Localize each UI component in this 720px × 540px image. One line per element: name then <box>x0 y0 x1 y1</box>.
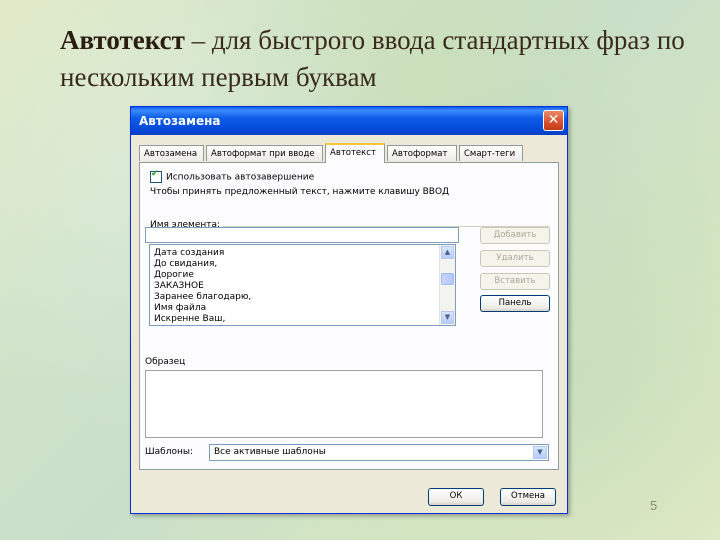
scroll-up-icon[interactable]: ▲ <box>441 246 454 259</box>
tab-smart-tags[interactable]: Смарт-теги <box>459 145 523 161</box>
insert-button[interactable]: Вставить <box>480 273 550 290</box>
tab-autoformat-as-you-type[interactable]: Автоформат при вводе <box>206 145 323 161</box>
autotext-list[interactable]: Дата создания До свидания, Дорогие ЗАКАЗ… <box>149 244 456 326</box>
scroll-down-icon[interactable]: ▼ <box>441 311 454 324</box>
chevron-down-icon[interactable]: ▼ <box>533 446 547 459</box>
tab-autotext[interactable]: Автотекст <box>325 143 385 163</box>
templates-value: Все активные шаблоны <box>214 447 326 457</box>
dialog-title: Автозамена <box>139 114 221 128</box>
enter-hint: Чтобы принять предложенный текст, нажмит… <box>150 187 450 197</box>
page-number: 5 <box>650 498 658 513</box>
delete-button[interactable]: Удалить <box>480 250 550 267</box>
tab-autoformat[interactable]: Автоформат <box>387 145 457 161</box>
autocomplete-checkbox[interactable] <box>150 169 162 183</box>
list-item[interactable]: Дата создания <box>154 248 224 259</box>
list-item[interactable]: ЗАКАЗНОЕ <box>154 281 204 292</box>
add-button[interactable]: Добавить <box>480 227 550 244</box>
panel-button[interactable]: Панель <box>480 295 550 312</box>
dialog-titlebar[interactable]: Автозамена ✕ <box>131 107 567 135</box>
templates-label: Шаблоны: <box>145 447 193 457</box>
slide-title-bold: Автотекст <box>60 25 185 55</box>
scroll-thumb[interactable] <box>441 273 454 285</box>
close-icon[interactable]: ✕ <box>543 110 564 131</box>
ok-button[interactable]: ОК <box>428 488 484 506</box>
entry-name-input[interactable] <box>145 227 459 243</box>
autocomplete-checkbox-row[interactable]: Использовать автозавершение <box>150 169 315 183</box>
list-item[interactable]: Имя файла <box>154 303 206 314</box>
autocorrect-dialog: Автозамена ✕ Автозамена Автоформат при в… <box>130 106 568 514</box>
list-item[interactable]: Искренне Ваш, <box>154 314 225 325</box>
sample-label: Образец <box>145 357 186 367</box>
slide-title: Автотекст – для быстрого ввода стандартн… <box>60 22 700 96</box>
autocomplete-label: Использовать автозавершение <box>166 172 315 183</box>
list-scrollbar[interactable]: ▲ ▼ <box>439 245 455 325</box>
templates-select[interactable]: Все активные шаблоны ▼ <box>209 444 549 461</box>
sample-preview <box>145 370 543 438</box>
tab-autocorrect[interactable]: Автозамена <box>139 145 204 161</box>
cancel-button[interactable]: Отмена <box>500 488 556 506</box>
list-item[interactable]: До свидания, <box>154 259 217 270</box>
list-item[interactable]: Заранее благодарю, <box>154 292 251 303</box>
list-item[interactable]: Дорогие <box>154 270 194 281</box>
